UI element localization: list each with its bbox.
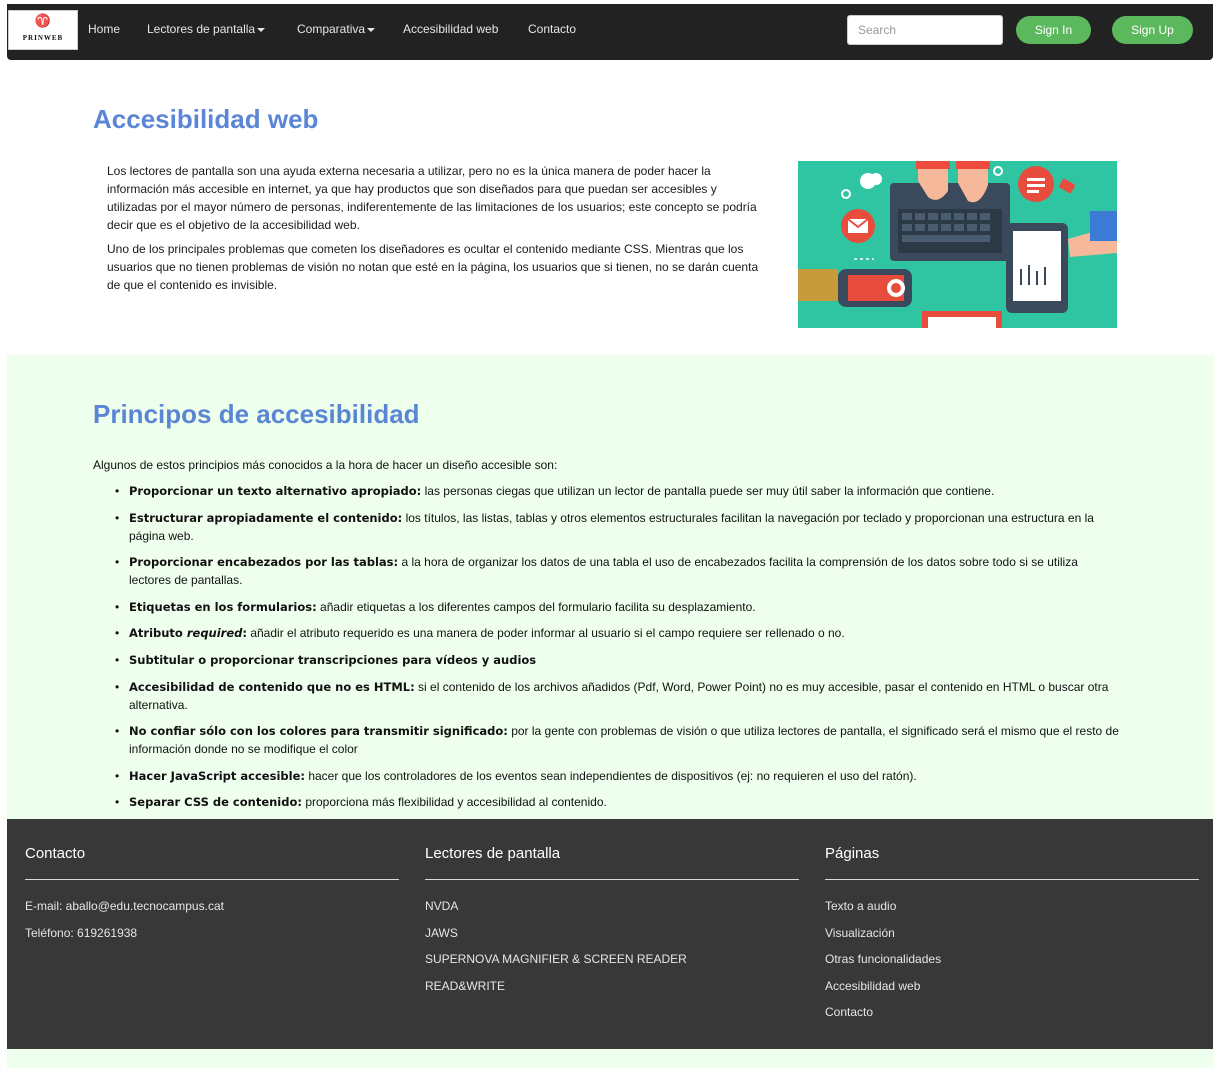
bottom-strip [7,1049,1213,1068]
logo-text: PRINWEB [22,34,64,42]
navbar: ♈ PRINWEB Home Lectores de pantalla Comp… [7,4,1213,60]
list-item: Proporcionar encabezados por las tablas:… [93,553,1123,589]
footer-pages-title: Páginas [825,845,880,862]
footer-link-jaws[interactable]: JAWS [425,925,799,941]
list-item: Separar CSS de contenido: proporciona má… [93,793,1123,811]
caret-down-icon [367,27,376,32]
principles-title: Principos de accesibilidad [93,399,420,429]
principles-lead: Algunos de estos principios más conocido… [93,458,558,472]
footer-link-readwrite[interactable]: READ&WRITE [425,978,799,994]
search-input[interactable] [847,15,1003,45]
list-item: Proporcionar un texto alternativo apropi… [93,482,1123,500]
logo-emblem-icon: ♈ [34,14,52,29]
list-item: Atributo required: añadir el atributo re… [93,624,1123,642]
page-title: Accesibilidad web [93,104,319,134]
nav-lectores-dropdown[interactable]: Lectores de pantalla [147,21,266,37]
list-item: Etiquetas en los formularios: añadir eti… [93,598,1123,616]
caret-down-icon [257,27,266,32]
accessibility-illustration [798,161,1117,328]
nav-contacto[interactable]: Contacto [528,21,576,37]
footer-link-nvda[interactable]: NVDA [425,898,799,914]
list-item: Accesibilidad de contenido que no es HTM… [93,678,1123,714]
divider [425,879,799,880]
principles-list: Proporcionar un texto alternativo apropi… [93,482,1123,820]
footer-link-visualizacion[interactable]: Visualización [825,925,1199,941]
footer-link-supernova[interactable]: SUPERNOVA MAGNIFIER & SCREEN READER [425,951,799,967]
sign-in-button[interactable]: Sign In [1016,16,1091,44]
divider [825,879,1199,880]
intro-paragraph-2: Uno de los principales problemas que com… [107,242,759,292]
nav-home[interactable]: Home [88,21,120,37]
footer-link-accesibilidad[interactable]: Accesibilidad web [825,978,1199,994]
nav-comparativa-dropdown[interactable]: Comparativa [297,21,376,37]
list-item: No confiar sólo con los colores para tra… [93,722,1123,758]
prinweb-logo[interactable]: ♈ PRINWEB [8,10,78,50]
footer-email: E-mail: aballo@edu.tecnocampus.cat [25,899,224,913]
footer-contact-title: Contacto [25,845,86,862]
nav-accesibilidad-web[interactable]: Accesibilidad web [403,21,498,37]
footer-phone: Teléfono: 619261938 [25,925,138,940]
divider [25,879,399,880]
footer-link-otras[interactable]: Otras funcionalidades [825,951,1199,967]
list-item: Estructurar apropiadamente el contenido:… [93,509,1123,545]
footer-link-texto-audio[interactable]: Texto a audio [825,898,1199,914]
footer-link-contacto[interactable]: Contacto [825,1004,1199,1020]
list-item: Hacer JavaScript accesible: hacer que lo… [93,767,1123,785]
intro-paragraph-1: Los lectores de pantalla son una ayuda e… [107,164,757,232]
sign-up-button[interactable]: Sign Up [1112,16,1193,44]
footer-contact-column: Contacto E-mail: aballo@edu.tecnocampus.… [25,845,399,951]
intro-text: Los lectores de pantalla son una ayuda e… [107,162,762,300]
list-item: Subtitular o proporcionar transcripcione… [93,651,1123,669]
footer-readers-title: Lectores de pantalla [425,845,561,862]
footer: Contacto E-mail: aballo@edu.tecnocampus.… [7,819,1213,1049]
footer-pages-column: Páginas Texto a audio Visualización Otra… [825,845,1199,1031]
footer-readers-column: Lectores de pantalla NVDA JAWS SUPERNOVA… [425,845,799,1004]
